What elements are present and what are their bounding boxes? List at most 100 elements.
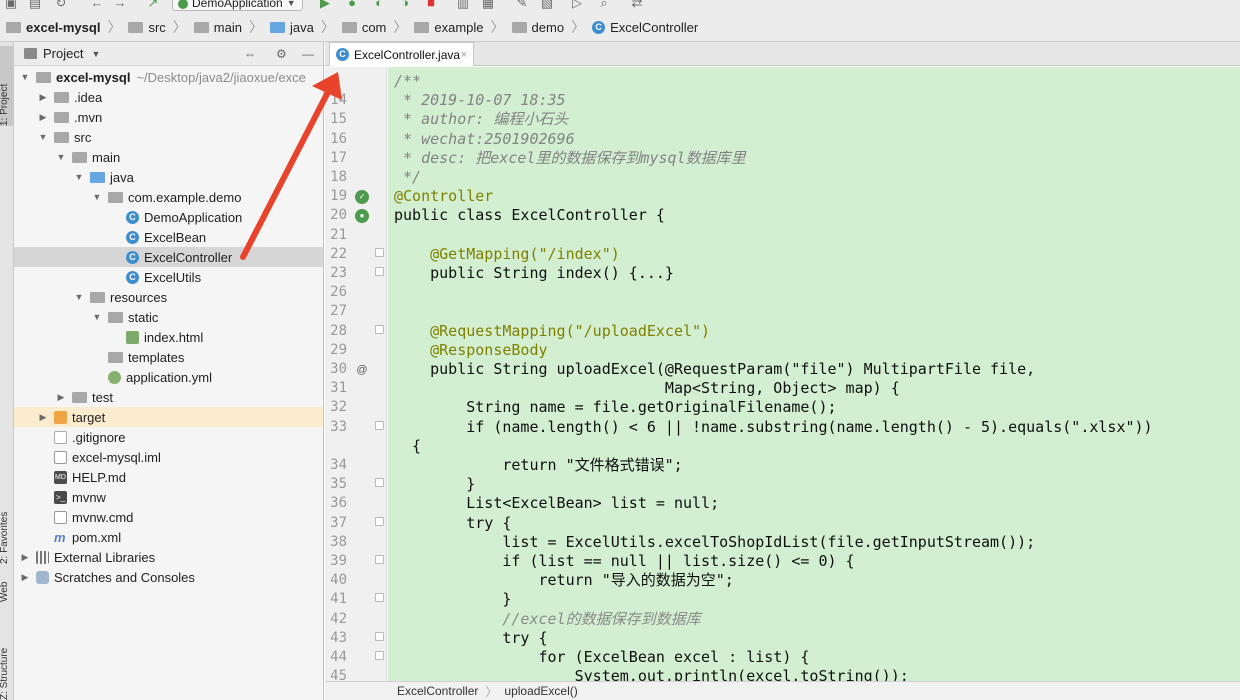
code-line[interactable]: @Controller	[394, 187, 493, 206]
breadcrumb-item-class[interactable]: C ExcelController	[588, 20, 702, 35]
debug-icon[interactable]: ●	[345, 0, 359, 9]
vcs2-icon[interactable]: ▧	[540, 0, 554, 9]
code-line[interactable]: public String uploadExcel(@RequestParam(…	[394, 360, 1035, 379]
expand-arrow-icon[interactable]: ▶	[36, 112, 50, 123]
fold-marker-icon[interactable]	[375, 420, 384, 430]
fold-marker-icon[interactable]	[375, 593, 384, 603]
tool-tab-favorites[interactable]: 2: Favorites	[0, 454, 15, 564]
tool-tab-structure[interactable]: Z: Structure	[0, 616, 15, 700]
breadcrumb-item-main[interactable]: main	[190, 20, 246, 35]
tree-item-root[interactable]: ▼ excel-mysql ~/Desktop/java2/jiaoxue/ex…	[14, 67, 323, 87]
code-line[interactable]: * desc: 把excel里的数据保存到mysql数据库里	[394, 149, 746, 168]
expand-arrow-icon[interactable]: ▼	[90, 192, 104, 202]
tree-item-static[interactable]: ▼ static	[14, 307, 323, 327]
code-line[interactable]: public class ExcelController {	[394, 206, 665, 225]
fold-marker-icon[interactable]	[375, 555, 384, 564]
close-icon[interactable]: ×	[461, 49, 467, 61]
tool-tab-project[interactable]: 1: Project	[0, 46, 15, 126]
fold-marker-icon[interactable]	[375, 478, 384, 488]
code-line[interactable]: System.out.println(excel.toString());	[394, 667, 909, 681]
profile-icon[interactable]: ◑	[398, 0, 412, 9]
code-line[interactable]: List<ExcelBean> list = null;	[394, 494, 719, 513]
tree-item-templates[interactable]: templates	[14, 347, 323, 367]
gear-icon[interactable]: ⚙	[276, 47, 287, 61]
vcs-icon[interactable]: ✎	[515, 0, 529, 9]
expand-arrow-icon[interactable]: ▼	[54, 152, 68, 162]
tree-item-application-yml[interactable]: application.yml	[14, 367, 323, 387]
tree-item-gitignore[interactable]: .gitignore	[14, 427, 323, 447]
tool-tab-web[interactable]: Web	[0, 552, 15, 602]
code-line[interactable]: @ResponseBody	[394, 341, 547, 360]
tree-item-demoapplication[interactable]: C DemoApplication	[14, 207, 323, 227]
save-icon[interactable]: ▣	[4, 0, 18, 9]
code-line[interactable]: //excel的数据保存到数据库	[394, 610, 700, 629]
code-line[interactable]: */	[394, 168, 421, 187]
tree-item-mvnw[interactable]: >_ mvnw	[14, 487, 323, 507]
tree-item-scratches[interactable]: ▶ Scratches and Consoles	[14, 567, 323, 587]
tree-item-external-libraries[interactable]: ▶ External Libraries	[14, 547, 323, 567]
breadcrumb-item-demo[interactable]: demo	[508, 20, 569, 35]
fold-marker-icon[interactable]	[375, 267, 384, 276]
tree-item-help-md[interactable]: MD HELP.md	[14, 467, 323, 487]
tree-item-mvn[interactable]: ▶ .mvn	[14, 107, 323, 127]
code-line[interactable]: }	[394, 590, 511, 609]
breadcrumb-class[interactable]: ExcelController	[397, 684, 478, 698]
breadcrumb-item-java[interactable]: java	[266, 20, 318, 35]
tree-item-package[interactable]: ▼ com.example.demo	[14, 187, 323, 207]
code-line[interactable]: String name = file.getOriginalFilename()…	[394, 398, 836, 417]
code-line[interactable]: list = ExcelUtils.excelToShopIdList(file…	[394, 533, 1035, 552]
tree-item-resources[interactable]: ▼ resources	[14, 287, 323, 307]
fold-marker-icon[interactable]	[375, 651, 384, 660]
expand-arrow-icon[interactable]: ▼	[72, 292, 86, 302]
expand-arrow-icon[interactable]: ▼	[18, 72, 32, 82]
code-line[interactable]: Map<String, Object> map) {	[394, 379, 900, 398]
breadcrumb-item-com[interactable]: com	[338, 20, 391, 35]
code-line[interactable]: return "文件格式错误";	[394, 456, 682, 475]
tree-item-test[interactable]: ▶ test	[14, 387, 323, 407]
tree-item-excelutils[interactable]: C ExcelUtils	[14, 267, 323, 287]
expand-arrow-icon[interactable]: ▶	[54, 392, 68, 403]
code-line[interactable]: * 2019-10-07 18:35	[394, 91, 566, 110]
expand-arrow-icon[interactable]: ▶	[18, 552, 32, 563]
search-icon[interactable]: ⌕	[597, 0, 611, 9]
code-line[interactable]: if (name.length() < 6 || !name.substring…	[394, 418, 1152, 437]
breadcrumb-item-example[interactable]: example	[410, 20, 487, 35]
expand-arrow-icon[interactable]: ▼	[90, 312, 104, 322]
code-line[interactable]: public String index() {...}	[394, 264, 674, 283]
code-line[interactable]: return "导入的数据为空";	[394, 571, 733, 590]
tree-item-src[interactable]: ▼ src	[14, 127, 323, 147]
code-line[interactable]: try {	[394, 514, 511, 533]
code-line[interactable]: if (list == null || list.size() <= 0) {	[394, 552, 854, 571]
refresh-icon[interactable]: ↻	[54, 0, 68, 9]
code-line[interactable]: * author: 编程小石头	[394, 110, 568, 129]
fold-marker-icon[interactable]	[375, 516, 384, 526]
tree-item-idea[interactable]: ▶ .idea	[14, 87, 323, 107]
build-icon[interactable]: ↗	[146, 0, 160, 9]
code-line[interactable]: }	[394, 475, 475, 494]
forward-icon[interactable]: →	[113, 0, 127, 9]
tree-item-excelcontroller[interactable]: C ExcelController	[14, 247, 323, 267]
settings-icon[interactable]: ▥	[456, 0, 470, 9]
terminal-icon[interactable]: ▷	[570, 0, 584, 9]
tree-item-index-html[interactable]: index.html	[14, 327, 323, 347]
code-line[interactable]: for (ExcelBean excel : list) {	[394, 648, 809, 667]
code-line[interactable]: @RequestMapping("/uploadExcel")	[394, 322, 710, 341]
expand-arrow-icon[interactable]: ▼	[72, 172, 86, 182]
expand-arrow-icon[interactable]: ▶	[36, 412, 50, 423]
fold-marker-icon[interactable]	[375, 631, 384, 641]
code-line[interactable]: @GetMapping("/index")	[394, 245, 620, 264]
code-line[interactable]: /**	[394, 72, 421, 91]
git-icon[interactable]: ⇄	[630, 0, 644, 9]
project-view-select[interactable]: Project	[43, 46, 83, 61]
collapse-all-icon[interactable]: ⇔	[244, 47, 256, 61]
back-icon[interactable]: ←	[90, 0, 104, 9]
fold-marker-icon[interactable]	[375, 247, 384, 257]
code-area[interactable]: /** * 2019-10-07 18:35 * author: 编程小石头 *…	[388, 67, 1240, 681]
tree-item-mvnw-cmd[interactable]: mvnw.cmd	[14, 507, 323, 527]
code-line[interactable]: * wechat:2501902696	[394, 130, 575, 149]
run-configuration-select[interactable]: DemoApplication ▼	[172, 0, 303, 11]
code-line[interactable]: {	[394, 437, 421, 456]
breadcrumb-method[interactable]: uploadExcel()	[504, 684, 577, 698]
expand-arrow-icon[interactable]: ▼	[36, 132, 50, 142]
chevron-down-icon[interactable]: ▼	[91, 49, 100, 59]
